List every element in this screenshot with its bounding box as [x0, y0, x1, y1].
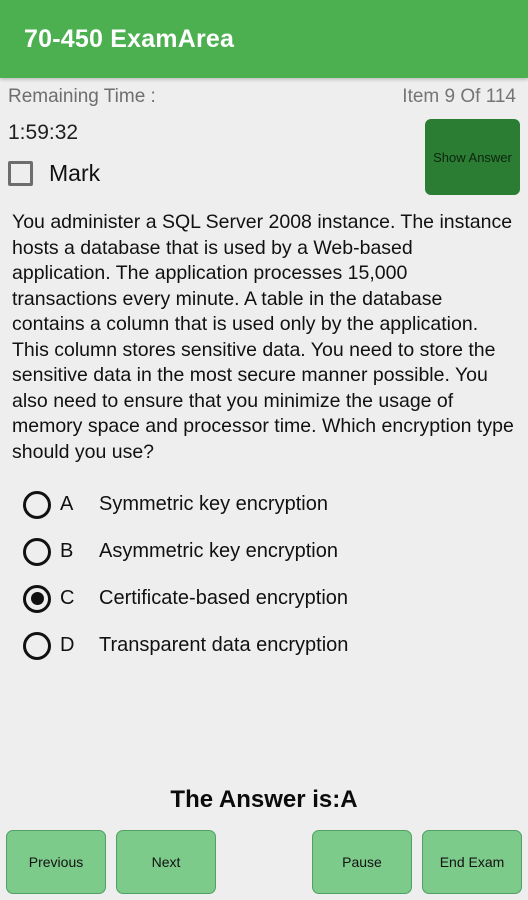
remaining-time-label: Remaining Time :	[8, 86, 156, 107]
option-row-a[interactable]: A Symmetric key encryption	[12, 481, 516, 528]
radio-icon-d[interactable]	[23, 631, 51, 660]
previous-button[interactable]: Previous	[6, 830, 106, 894]
option-letter-b: B	[60, 540, 74, 562]
next-button[interactable]: Next	[116, 830, 216, 894]
option-letter-a: A	[60, 493, 74, 515]
option-text-d: Transparent data encryption	[99, 634, 349, 656]
option-letter-c: C	[60, 587, 75, 609]
app-bar: 70-450 ExamArea	[0, 0, 528, 78]
status-row: Remaining Time : Item 9 Of 114	[0, 78, 528, 116]
radio-icon-a[interactable]	[23, 490, 51, 519]
mark-checkbox[interactable]	[8, 161, 33, 186]
options-list: A Symmetric key encryption B Asymmetric …	[0, 481, 528, 669]
item-counter: Item 9 Of 114	[402, 86, 516, 107]
mark-label: Mark	[49, 160, 101, 186]
option-row-c[interactable]: C Certificate-based encryption	[12, 575, 516, 622]
option-text-a: Symmetric key encryption	[99, 493, 328, 515]
option-row-b[interactable]: B Asymmetric key encryption	[12, 528, 516, 575]
radio-icon-b[interactable]	[23, 537, 51, 566]
pause-button[interactable]: Pause	[312, 830, 412, 894]
option-row-d[interactable]: D Transparent data encryption	[12, 622, 516, 669]
option-text-c: Certificate-based encryption	[99, 587, 349, 609]
question-text: You administer a SQL Server 2008 instanc…	[12, 211, 514, 463]
option-text-b: Asymmetric key encryption	[99, 540, 338, 562]
option-letter-d: D	[60, 634, 75, 656]
end-exam-button[interactable]: End Exam	[422, 830, 522, 894]
show-answer-button[interactable]: Show Answer	[425, 119, 520, 195]
answer-reveal-text: The Answer is:A	[170, 786, 358, 813]
bottom-button-bar: Previous Next Pause End Exam	[0, 828, 528, 900]
app-title: 70-450 ExamArea	[24, 24, 235, 53]
timer-mark-block: 1:59:32 Mark Show Answer	[0, 116, 528, 208]
radio-icon-c[interactable]	[23, 584, 51, 613]
